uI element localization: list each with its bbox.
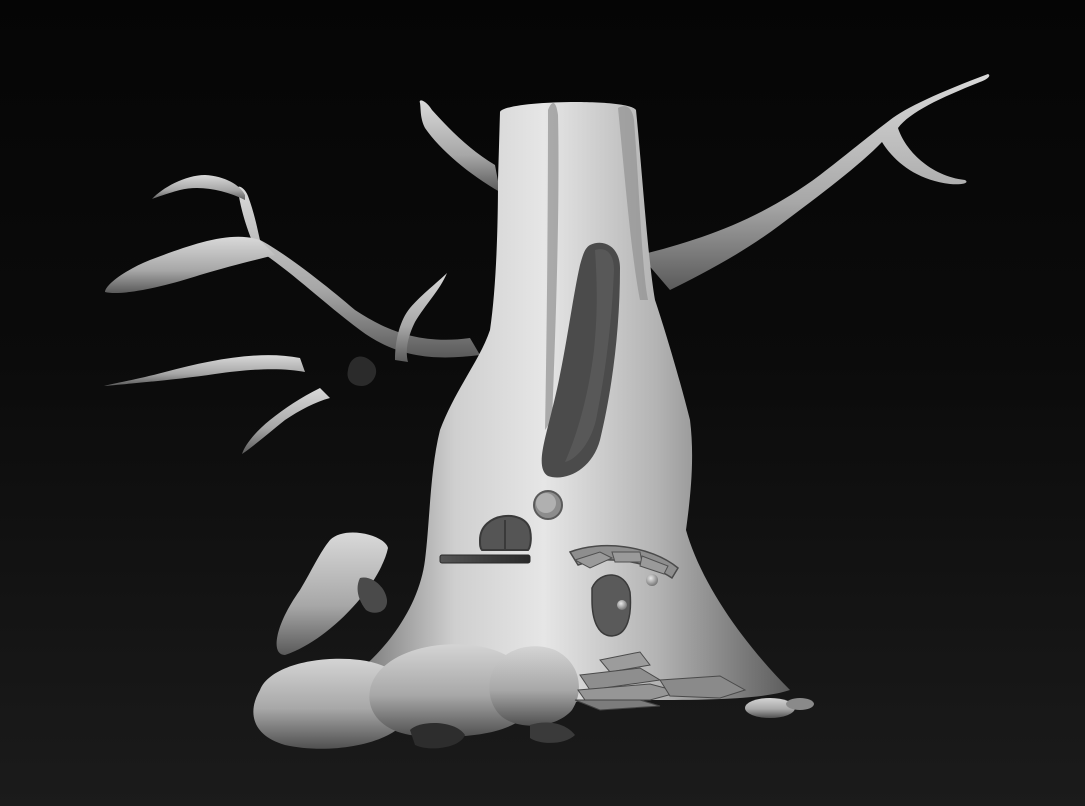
roots [253,644,579,749]
branch-back-top [419,100,500,192]
tree-house-model [104,74,990,749]
3d-viewport[interactable] [0,0,1085,806]
mushroom-left [276,532,388,655]
branch-left [104,175,480,454]
trunk [342,101,790,712]
branch-right [640,74,990,290]
